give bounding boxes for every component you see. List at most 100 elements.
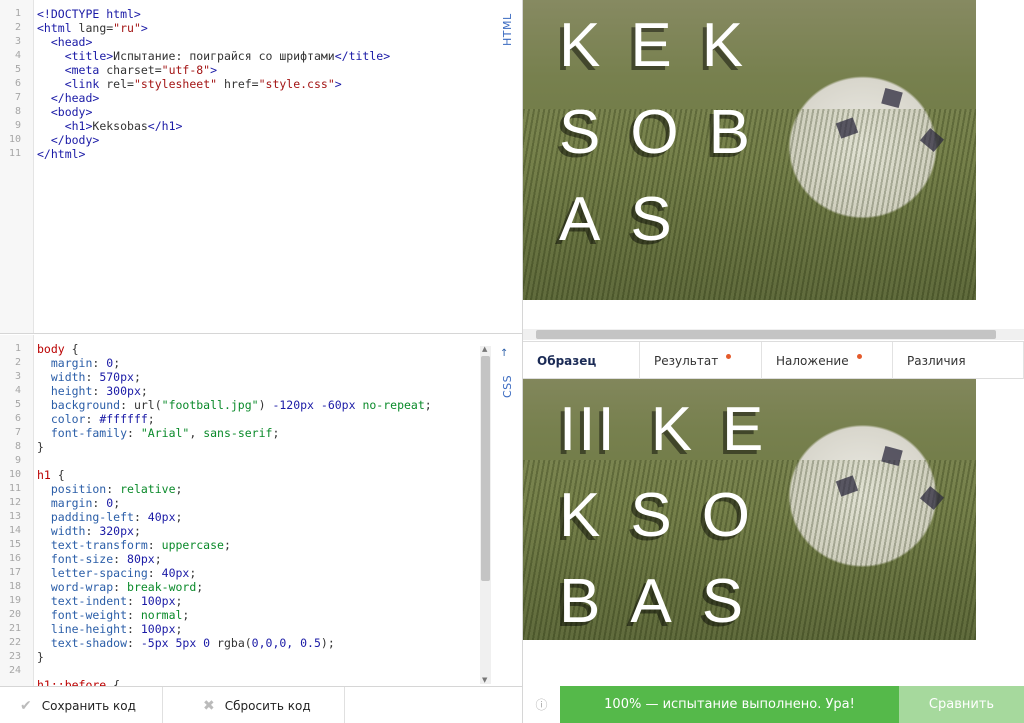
line-number: 11 bbox=[8, 148, 21, 159]
code-token: </html> bbox=[37, 147, 86, 161]
code-line[interactable]: } bbox=[37, 650, 482, 664]
code-line[interactable]: height: 300px; bbox=[37, 384, 482, 398]
line-number: 1 bbox=[14, 8, 21, 19]
code-token: -5px 5px 0 bbox=[140, 636, 211, 650]
code-token: 80px bbox=[127, 552, 155, 566]
line-number: 9 bbox=[14, 455, 21, 466]
line-number: 7 bbox=[14, 427, 21, 438]
code-token: } bbox=[37, 650, 44, 664]
code-line[interactable]: </html> bbox=[37, 147, 482, 161]
code-line[interactable]: font-size: 80px; bbox=[37, 552, 482, 566]
line-number: 15 bbox=[8, 539, 21, 550]
line-number: 18 bbox=[8, 581, 21, 592]
code-token: : bbox=[113, 552, 128, 566]
preview-hscroll-thumb[interactable] bbox=[536, 330, 996, 339]
scroll-up-arrow-icon[interactable]: ▲ bbox=[482, 345, 487, 353]
code-token: lang= bbox=[71, 21, 114, 35]
status-message: 100% — испытание выполнено. Ура! bbox=[560, 686, 899, 723]
code-line[interactable]: text-shadow: -5px 5px 0 rgba(0,0,0, 0.5)… bbox=[37, 636, 482, 650]
code-line[interactable]: </head> bbox=[37, 91, 482, 105]
code-token: ; bbox=[147, 412, 155, 426]
code-line[interactable]: background: url("football.jpg") -120px -… bbox=[37, 398, 482, 412]
code-line[interactable]: letter-spacing: 40px; bbox=[37, 566, 482, 580]
code-token: ; bbox=[140, 384, 148, 398]
code-line[interactable]: body { bbox=[37, 342, 482, 356]
info-icon[interactable]: ⓘ bbox=[523, 686, 560, 723]
code-line[interactable] bbox=[37, 454, 482, 468]
css-editor[interactable]: 1 2 3 4 5 6 7 8 9 10 11 12 13 14 15 16 17 18 19 20 21 22 23 24 … bbox=[0, 335, 522, 686]
tab-diff[interactable]: Различия bbox=[893, 342, 1024, 379]
code-line[interactable]: h1 { bbox=[37, 468, 482, 482]
result-heading: KEK SOB AS bbox=[559, 2, 879, 263]
code-token: "style.css" bbox=[258, 77, 335, 91]
code-line[interactable]: } bbox=[37, 440, 482, 454]
tab-sample[interactable]: Образец bbox=[523, 342, 640, 379]
code-line[interactable]: padding-left: 40px; bbox=[37, 510, 482, 524]
code-line[interactable]: font-family: "Arial", sans-serif; bbox=[37, 426, 482, 440]
code-line[interactable]: color: #ffffff; bbox=[37, 412, 482, 426]
code-token: h1 bbox=[37, 468, 51, 482]
code-line[interactable] bbox=[37, 664, 482, 678]
code-line[interactable]: text-indent: 100px; bbox=[37, 594, 482, 608]
code-line[interactable]: <h1>Keksobas</h1> bbox=[37, 119, 482, 133]
code-token: : bbox=[127, 636, 141, 650]
code-line[interactable]: line-height: 100px; bbox=[37, 622, 482, 636]
code-token: body bbox=[37, 342, 65, 356]
html-editor-label[interactable]: HTML bbox=[501, 13, 514, 46]
preview-tabs: Образец Результат Наложение Различия bbox=[523, 341, 1024, 379]
code-token: ; bbox=[133, 370, 141, 384]
css-scrollbar[interactable]: ▲ ▼ bbox=[480, 345, 491, 684]
code-line[interactable]: width: 570px; bbox=[37, 370, 482, 384]
code-token: h1::before bbox=[37, 678, 107, 686]
code-line[interactable]: <html lang="ru"> bbox=[37, 21, 482, 35]
code-token: : bbox=[85, 524, 100, 538]
code-line[interactable]: margin: 0; bbox=[37, 356, 482, 370]
checkmark-icon: ✔ bbox=[20, 697, 32, 714]
result-preview: KEK SOB AS bbox=[523, 0, 976, 318]
code-line[interactable]: <title>Испытание: поиграйся со шрифтами<… bbox=[37, 49, 482, 63]
save-code-button[interactable]: ✔ Сохранить код bbox=[0, 687, 163, 723]
reset-code-button[interactable]: ✖ Сбросить код bbox=[163, 687, 345, 723]
code-token: <h1> bbox=[64, 119, 93, 133]
code-line[interactable]: </body> bbox=[37, 133, 482, 147]
result-line-2: SOB bbox=[559, 98, 780, 167]
scroll-down-arrow-icon[interactable]: ▼ bbox=[482, 676, 487, 684]
code-line[interactable]: font-weight: normal; bbox=[37, 608, 482, 622]
compare-button[interactable]: Сравнить bbox=[899, 686, 1024, 723]
code-token: </title> bbox=[334, 49, 391, 63]
code-token: ; bbox=[189, 566, 197, 580]
code-line[interactable]: margin: 0; bbox=[37, 496, 482, 510]
line-number: 17 bbox=[8, 567, 21, 578]
html-code[interactable]: <!DOCTYPE html> <html lang="ru"> <head> <… bbox=[37, 0, 482, 161]
code-token: { bbox=[64, 342, 79, 356]
preview-hscrollbar[interactable] bbox=[523, 329, 1024, 340]
line-number: 4 bbox=[14, 50, 21, 61]
code-token: } bbox=[37, 440, 44, 454]
code-token: break-word bbox=[127, 580, 197, 594]
code-line[interactable]: text-transform: uppercase; bbox=[37, 538, 482, 552]
code-line[interactable]: <link rel="stylesheet" href="style.css"> bbox=[37, 77, 482, 91]
css-scroll-to-top-icon[interactable]: ↑ bbox=[500, 348, 508, 359]
code-line[interactable]: <meta charset="utf-8"> bbox=[37, 63, 482, 77]
code-token: <!DOCTYPE html> bbox=[37, 7, 141, 21]
code-token: 100px bbox=[140, 622, 176, 636]
code-token: : bbox=[113, 580, 128, 594]
code-line[interactable]: <!DOCTYPE html> bbox=[37, 7, 482, 21]
tab-overlay[interactable]: Наложение bbox=[762, 342, 893, 379]
code-token: text-indent bbox=[37, 594, 128, 608]
code-token: no-repeat bbox=[355, 398, 425, 412]
css-editor-label[interactable]: CSS bbox=[501, 375, 514, 398]
code-line[interactable]: position: relative; bbox=[37, 482, 482, 496]
code-line[interactable]: h1::before { bbox=[37, 678, 482, 686]
code-token: letter-spacing bbox=[37, 566, 148, 580]
code-line[interactable]: width: 320px; bbox=[37, 524, 482, 538]
code-line[interactable]: word-wrap: break-word; bbox=[37, 580, 482, 594]
html-editor[interactable]: 1 2 3 4 5 6 7 8 9 10 11 <!DOCTYPE html> <html lang=… bbox=[0, 0, 522, 334]
code-line[interactable]: <body> bbox=[37, 105, 482, 119]
sample-preview: III KE KSO BAS bbox=[523, 379, 976, 640]
css-scroll-thumb[interactable] bbox=[481, 356, 490, 581]
code-line[interactable]: <head> bbox=[37, 35, 482, 49]
tab-result[interactable]: Результат bbox=[640, 342, 762, 379]
css-code[interactable]: body { margin: 0; width: 570px; height: … bbox=[37, 335, 482, 686]
